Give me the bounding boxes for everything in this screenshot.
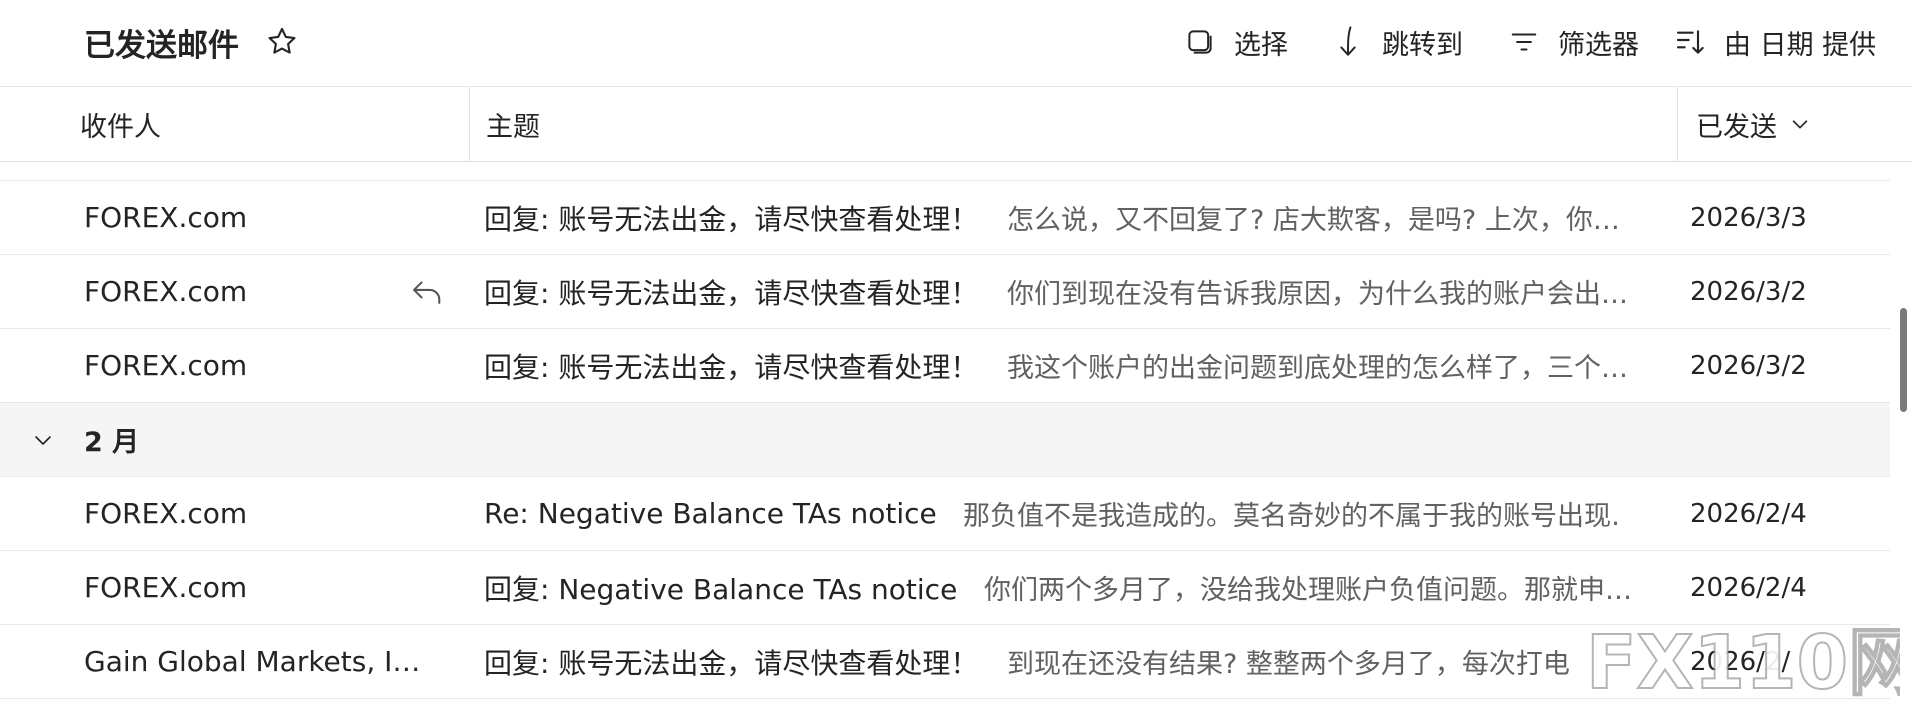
column-sent-label: 已发送 (1696, 111, 1777, 143)
message-subject: 回复: 账号无法出金，请尽快查看处理！ (484, 646, 979, 680)
sort-label: 由 日期 提供 (1724, 29, 1877, 61)
message-date: 2026/2/4 (1690, 572, 1807, 603)
message-recipient: FOREX.com (84, 497, 248, 530)
message-date: 2026/3/2 (1690, 276, 1807, 307)
select-button[interactable]: 选择 (1180, 20, 1288, 64)
message-subject: 回复: 账号无法出金，请尽快查看处理！ (484, 276, 979, 310)
message-recipient: FOREX.com (84, 275, 248, 308)
chevron-down-icon[interactable] (26, 423, 60, 457)
column-divider[interactable] (469, 87, 470, 161)
message-recipient: Gain Global Markets, I… (84, 645, 421, 678)
message-subject: 回复: Negative Balance TAs notice (484, 572, 958, 606)
column-recipient-label: 收件人 (80, 111, 161, 143)
message-subject: 回复: 账号无法出金，请尽快查看处理！ (484, 202, 979, 236)
column-sent[interactable]: 已发送 (1696, 87, 1896, 161)
column-recipient[interactable]: 收件人 (80, 87, 466, 161)
chevron-down-icon (1789, 113, 1811, 135)
message-list: FOREX.com 回复: 账号无法出金，请尽快查看处理！ 怎么说，又不回复了?… (0, 162, 1890, 714)
message-subject: Re: Negative Balance TAs notice (484, 497, 937, 530)
message-preview: 那负值不是我造成的。莫名奇妙的不属于我的账号出现… (963, 501, 1623, 532)
message-recipient: FOREX.com (84, 571, 248, 604)
sort-descending-icon (1670, 26, 1710, 58)
message-preview: 怎么说，又不回复了? 店大欺客，是吗? 上次，你… (1007, 205, 1620, 236)
message-row[interactable]: FOREX.com 回复: 账号无法出金，请尽快查看处理！ 怎么说，又不回复了?… (0, 181, 1890, 255)
column-subject[interactable]: 主题 (486, 87, 1666, 161)
group-header-february[interactable]: 2 月 (0, 403, 1890, 477)
column-subject-label: 主题 (486, 111, 540, 143)
message-date: 2026/2/4 (1690, 498, 1807, 529)
select-label: 选择 (1234, 29, 1288, 61)
message-recipient: FOREX.com (84, 349, 248, 382)
message-row[interactable]: FOREX.com 回复: 账号无法出金，请尽快查看处理！ 我这个账户的出金问题… (0, 329, 1890, 403)
message-subject: 回复: 账号无法出金，请尽快查看处理！ (484, 350, 979, 384)
message-date: 2026/2/ (1690, 646, 1791, 677)
message-recipient: FOREX.com (84, 201, 248, 234)
message-row[interactable]: FOREX.com Re: Negative Balance TAs notic… (0, 477, 1890, 551)
scrollbar-thumb[interactable] (1900, 308, 1907, 412)
message-date: 2026/3/2 (1690, 350, 1807, 381)
sort-button[interactable]: 由 日期 提供 (1670, 20, 1876, 64)
message-preview: 到现在还没有结果? 整整两个多月了，每次打电 (1007, 649, 1570, 680)
message-date: 2026/3/3 (1690, 202, 1807, 233)
filter-lines-icon (1504, 27, 1544, 57)
group-label: 2 月 (84, 427, 140, 458)
jump-to-label: 跳转到 (1382, 29, 1463, 61)
message-row[interactable]: Gain Global Markets, I… 回复: 账号无法出金，请尽快查看… (0, 625, 1890, 699)
mail-app: 已发送邮件 选择 跳转到 筛选器 由 日期 提供 收件人 主题 已发送 FORE… (0, 0, 1912, 714)
message-preview: 你们两个多月了，没给我处理账户负值问题。那就申… (984, 575, 1632, 606)
column-header: 收件人 主题 已发送 (0, 87, 1912, 162)
reply-arrow-icon (408, 273, 446, 311)
message-preview: 你们到现在没有告诉我原因，为什么我的账户会出… (1007, 279, 1628, 310)
filter-label: 筛选器 (1558, 29, 1639, 61)
arrow-down-icon (1328, 25, 1368, 59)
list-item[interactable] (0, 162, 1890, 181)
favorite-star-button[interactable] (262, 22, 302, 62)
select-square-icon (1180, 27, 1220, 57)
folder-toolbar: 已发送邮件 选择 跳转到 筛选器 由 日期 提供 (0, 0, 1912, 87)
filter-button[interactable]: 筛选器 (1504, 20, 1639, 64)
star-outline-icon (268, 27, 296, 54)
message-preview: 我这个账户的出金问题到底处理的怎么样了，三个… (1007, 353, 1628, 384)
vertical-scrollbar[interactable] (1894, 162, 1912, 714)
column-divider[interactable] (1677, 87, 1678, 161)
folder-title: 已发送邮件 (84, 28, 239, 64)
message-row[interactable]: FOREX.com 回复: Negative Balance TAs notic… (0, 551, 1890, 625)
jump-to-button[interactable]: 跳转到 (1328, 20, 1463, 64)
message-row[interactable]: FOREX.com 回复: 账号无法出金，请尽快查看处理！ 你们到现在没有告诉我… (0, 255, 1890, 329)
